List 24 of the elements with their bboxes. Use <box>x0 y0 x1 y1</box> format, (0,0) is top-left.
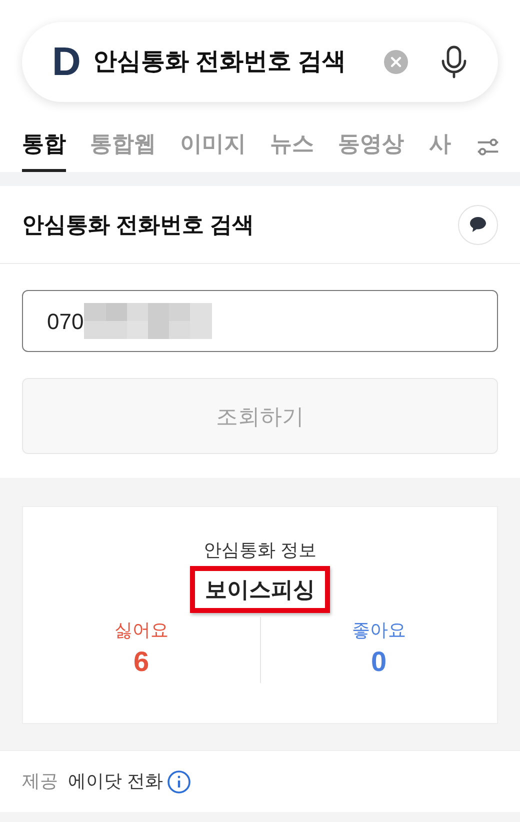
vote-label: 싫어요 <box>114 619 168 642</box>
info-icon[interactable] <box>167 770 192 794</box>
vote-label: 좋아요 <box>352 619 406 642</box>
tab[interactable]: 동영상 <box>338 127 404 172</box>
tab[interactable]: 이미지 <box>180 127 246 172</box>
footer-label: 제공 <box>22 770 58 793</box>
card-title: 안심통화 정보 <box>203 539 316 562</box>
microphone-icon[interactable] <box>440 45 468 79</box>
search-query: 안심통화 전화번호 검색 <box>92 47 348 77</box>
filter-icon[interactable] <box>476 136 500 158</box>
tab[interactable]: 사 <box>428 127 452 172</box>
provider-name: 에이닷 전화 <box>68 770 164 793</box>
phone-number: 070 <box>47 308 84 336</box>
search-bar[interactable]: D 안심통화 전화번호 검색 <box>22 22 498 102</box>
vote-count: 6 <box>133 645 150 679</box>
section-title: 안심통화 전화번호 검색 <box>22 211 254 239</box>
logo: D <box>52 42 81 82</box>
feedback-button[interactable] <box>458 204 498 244</box>
tab[interactable]: 통합웹 <box>90 127 156 172</box>
verdict-label: 보이스피싱 <box>190 566 330 613</box>
phone-input[interactable]: 070 <box>22 290 498 352</box>
vote-count: 0 <box>370 645 387 679</box>
speech-bubble-icon <box>469 216 487 233</box>
tab[interactable]: 뉴스 <box>270 127 314 172</box>
